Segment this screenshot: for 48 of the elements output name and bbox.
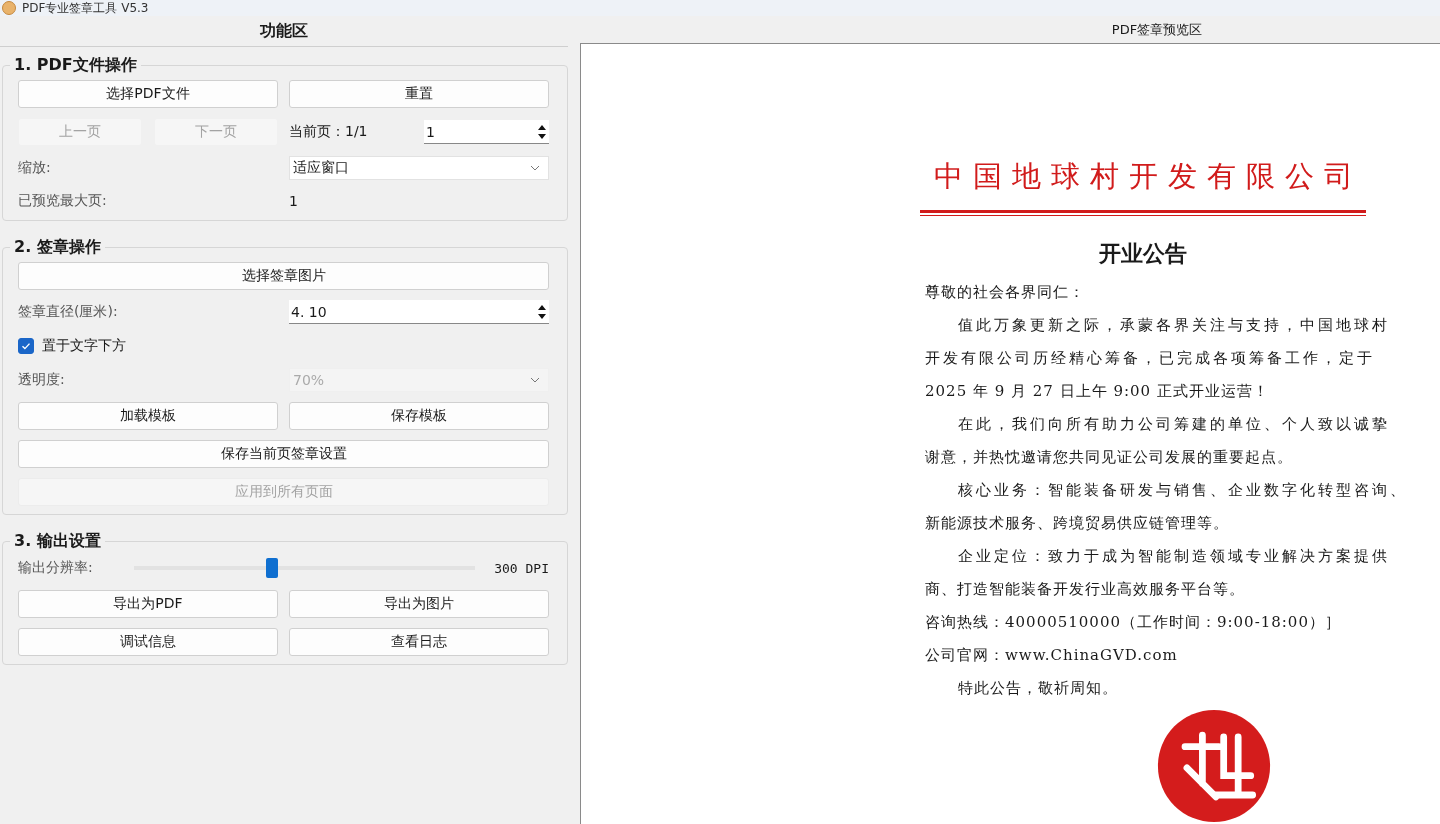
- text-line: 公司官网：www.ChinaGVD.com: [925, 646, 1178, 665]
- text-line: 企业定位：致力于成为智能制造领域专业解决方案提供: [957, 547, 1390, 566]
- checkbox-label: 置于文字下方: [42, 337, 126, 355]
- text-line: 2025 年 9 月 27 日上午 9:00 正式开业运营！: [925, 382, 1269, 401]
- text-line: 谢意，并热忱邀请您共同见证公司发展的重要起点。: [925, 448, 1293, 467]
- text-line: 开发有限公司历经精心筹备，已完成各项筹备工作，定于: [925, 349, 1375, 368]
- text-line: 值此万象更新之际，承蒙各界关注与支持，中国地球村: [957, 316, 1390, 335]
- section-title: 1. PDF文件操作: [13, 55, 138, 76]
- text-line: 核心业务：智能装备研发与销售、企业数字化转型咨询、: [957, 481, 1408, 500]
- spin-box[interactable]: 1: [424, 120, 549, 144]
- text-line: 新能源技术服务、跨境贸易供应链管理等。: [925, 514, 1229, 533]
- window-title: PDF专业签章工具 V5.3: [22, 1, 149, 15]
- button[interactable]: 保存模板: [289, 402, 549, 430]
- button[interactable]: 查看日志: [289, 628, 549, 656]
- document-heading: 开业公告: [1098, 239, 1188, 268]
- button[interactable]: 导出为图片: [289, 590, 549, 618]
- text-line: 特此公告，敬祈周知。: [957, 679, 1118, 698]
- field-value: 1: [289, 193, 299, 209]
- button[interactable]: 选择PDF文件: [18, 80, 278, 108]
- checkbox[interactable]: [18, 338, 34, 354]
- section-title: 2. 签章操作: [13, 237, 102, 258]
- dropdown[interactable]: 适应窗口: [289, 156, 549, 180]
- page-label: 当前页：1/1: [289, 123, 368, 141]
- slider-thumb[interactable]: [266, 558, 279, 578]
- button[interactable]: 保存当前页签章设置: [18, 440, 549, 468]
- button[interactable]: 加载模板: [18, 402, 278, 430]
- text-line: 在此，我们向所有助力公司筹建的单位、个人致以诚挚: [957, 415, 1390, 434]
- text-line: 咨询热线：40000510000（工作时间：9:00-18:00）］: [925, 613, 1341, 632]
- button[interactable]: 重置: [289, 80, 549, 108]
- company-name: 中国地球村开发有限公司: [932, 158, 1364, 195]
- button[interactable]: 导出为PDF: [18, 590, 278, 618]
- app-icon: [2, 1, 16, 15]
- spin-box[interactable]: 4. 10: [289, 300, 549, 324]
- field-label: 透明度:: [18, 371, 66, 389]
- slider-value: 300 DPI: [494, 560, 549, 576]
- panel-title: 功能区: [260, 20, 308, 42]
- section-title: 3. 输出设置: [13, 531, 102, 552]
- text-line: 商、打造智能装备开发行业高效服务平台等。: [925, 580, 1245, 599]
- text-line: 尊敬的社会各界同仁：: [925, 283, 1085, 302]
- button[interactable]: 选择签章图片: [18, 262, 549, 290]
- chevron-down-icon: [530, 165, 540, 171]
- chevron-down-icon: [530, 377, 540, 383]
- field-label: 输出分辨率:: [18, 559, 94, 577]
- field-label: 签章直径(厘米):: [18, 303, 119, 321]
- field-label: 缩放:: [18, 159, 52, 177]
- field-label: 已预览最大页:: [18, 192, 108, 210]
- button[interactable]: 调试信息: [18, 628, 278, 656]
- panel-title: PDF签章预览区: [1111, 20, 1203, 39]
